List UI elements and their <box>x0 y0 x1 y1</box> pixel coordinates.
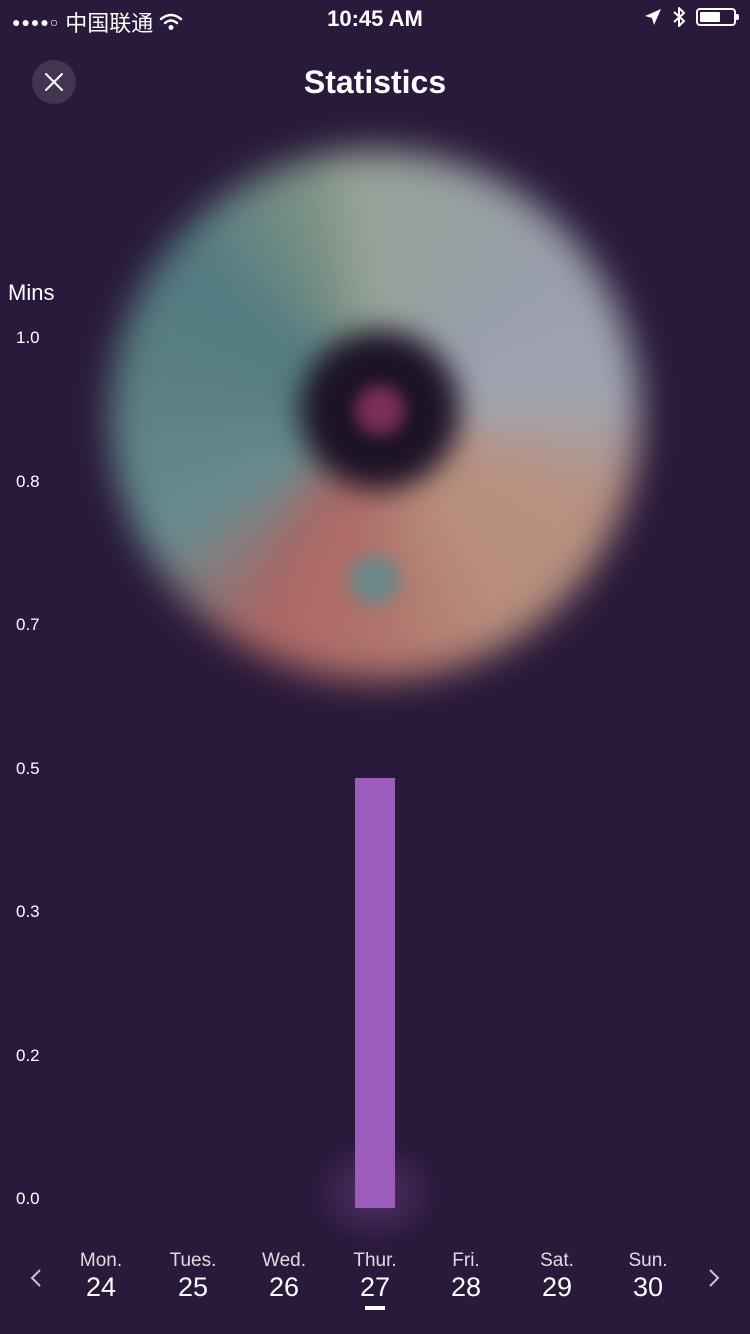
day-name: Sun. <box>628 1250 668 1271</box>
day-name: Fri. <box>452 1250 480 1271</box>
y-tick-label: 1.0 <box>16 328 40 347</box>
y-tick-label: 0.7 <box>16 615 40 634</box>
status-right <box>644 6 739 28</box>
y-tick-label: 0.3 <box>16 902 40 921</box>
day-selector: Mon. 24 Tues. 25 Wed. 26 Thur. 27 Fri. 28 Sat. 29 Su… <box>0 1248 750 1318</box>
day-name: Tues. <box>169 1250 217 1271</box>
day-number: 29 <box>541 1272 573 1302</box>
day-name: Wed. <box>261 1250 306 1271</box>
disc-center-dot <box>355 385 405 435</box>
y-tick-label: 0.0 <box>16 1189 40 1208</box>
day-item-sun[interactable]: Sun. 30 <box>603 1250 693 1310</box>
day-item-mon[interactable]: Mon. 24 <box>56 1250 146 1310</box>
page-title: Statistics <box>303 64 447 100</box>
bluetooth-icon <box>673 7 685 27</box>
y-tick-label: 0.8 <box>16 471 40 491</box>
day-name: Sat. <box>540 1250 574 1271</box>
day-number: 26 <box>268 1272 300 1302</box>
y-tick-label: 0.5 <box>16 758 40 778</box>
day-name: Mon. <box>79 1250 123 1271</box>
battery-icon <box>696 8 739 26</box>
status-time: 10:45 AM <box>327 6 423 31</box>
day-number: 30 <box>632 1272 664 1302</box>
day-item-tues[interactable]: Tues. 25 <box>148 1250 238 1310</box>
chevron-left-icon <box>30 1269 41 1287</box>
day-item-thur[interactable]: Thur. 27 <box>330 1250 420 1310</box>
chevron-right-icon <box>709 1269 720 1287</box>
disc-blob <box>350 555 400 605</box>
status-bar: ●●●●○ 中国联通 10:45 AM <box>0 0 750 40</box>
day-number: 24 <box>85 1272 117 1302</box>
next-week-button[interactable] <box>708 1264 720 1295</box>
y-axis-label: Mins <box>8 280 55 305</box>
day-number: 27 <box>359 1272 391 1302</box>
selected-day-indicator <box>365 1306 385 1310</box>
location-arrow-icon <box>645 9 661 25</box>
day-number: 28 <box>450 1272 482 1302</box>
day-name: Thur. <box>353 1250 397 1271</box>
day-item-sat[interactable]: Sat. 29 <box>512 1250 602 1310</box>
day-item-wed[interactable]: Wed. 26 <box>239 1250 329 1310</box>
day-item-fri[interactable]: Fri. 28 <box>421 1250 511 1310</box>
bar-thur-27 <box>355 778 395 1208</box>
day-number: 25 <box>177 1272 209 1302</box>
prev-week-button[interactable] <box>30 1264 42 1295</box>
y-tick-label: 0.2 <box>16 1045 40 1065</box>
